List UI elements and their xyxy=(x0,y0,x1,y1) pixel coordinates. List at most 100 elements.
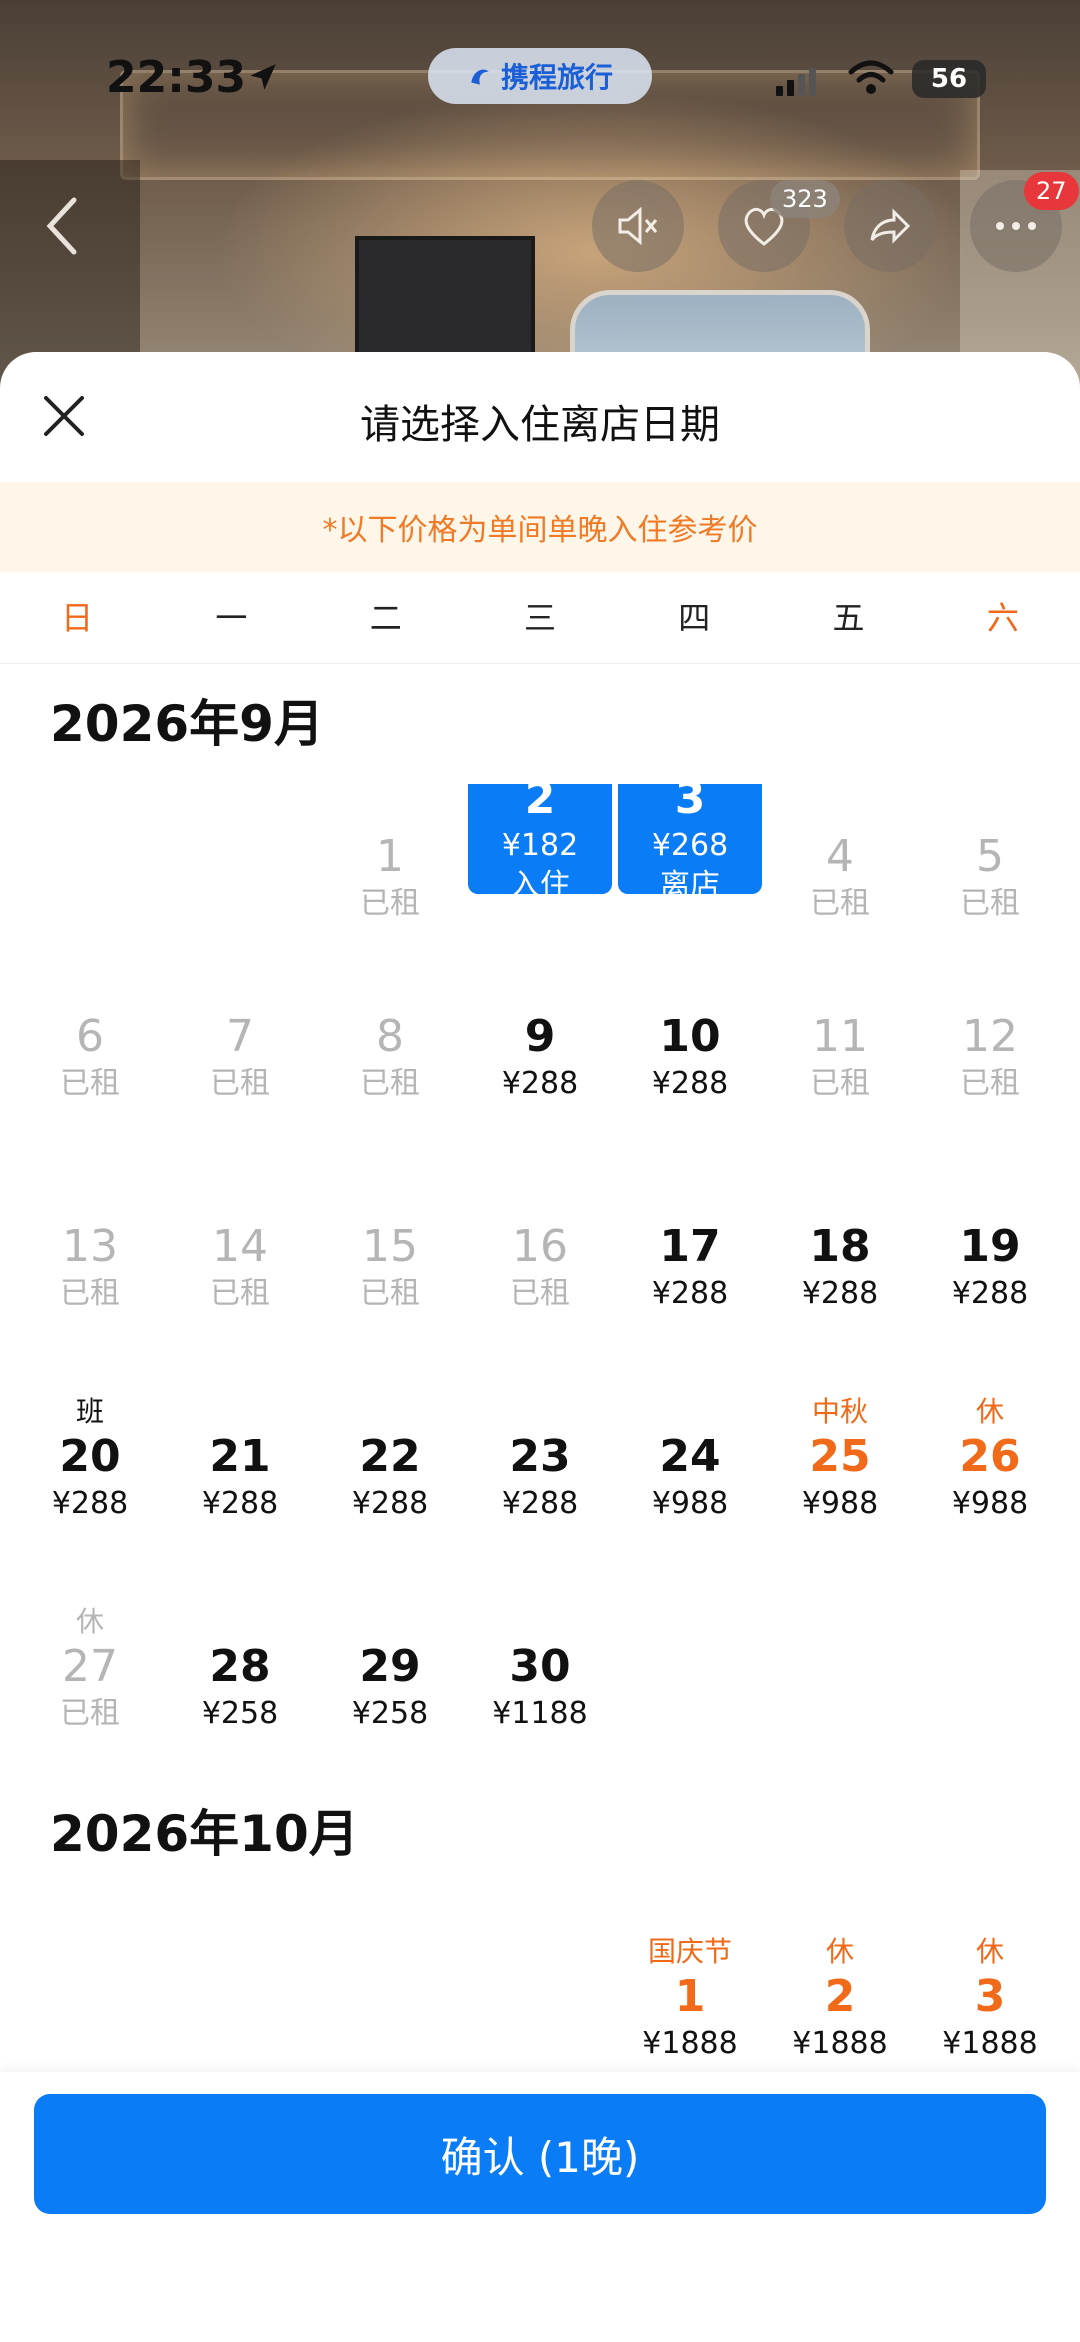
day-number: 3 xyxy=(674,773,706,824)
share-icon xyxy=(870,208,911,244)
day-number: 1 xyxy=(376,831,404,882)
day-price: 已租 xyxy=(60,1276,120,1311)
date-picker-sheet: 请选择入住离店日期 *以下价格为单间单晚入住参考价 日 一 二 三 四 五 六 … xyxy=(0,352,1080,2342)
like-count: 323 xyxy=(782,185,828,213)
day-number: 20 xyxy=(59,1431,121,1482)
day-cell[interactable]: 班 20 ¥288 xyxy=(15,1354,165,1564)
day-number: 8 xyxy=(376,1011,404,1062)
day-cell[interactable]: 17 ¥288 xyxy=(615,1144,765,1354)
day-price: ¥288 xyxy=(201,1486,279,1521)
weekday-sun: 日 xyxy=(61,599,94,637)
day-number: 3 xyxy=(974,1971,1006,2022)
day-price: ¥1888 xyxy=(792,2026,888,2061)
day-price: ¥288 xyxy=(651,1276,729,1311)
day-cell[interactable]: 休 26 ¥988 xyxy=(915,1354,1065,1564)
day-cell: 13 已租 xyxy=(15,1144,165,1354)
day-number: 1 xyxy=(674,1971,706,2022)
day-cell: 5 已租 xyxy=(915,784,1065,934)
day-price: 已租 xyxy=(210,1276,270,1311)
day-cell: 11 已租 xyxy=(765,934,915,1144)
wifi-icon xyxy=(848,60,894,94)
day-number: 26 xyxy=(959,1431,1021,1482)
weekday-mon: 一 xyxy=(215,599,248,637)
day-price: ¥988 xyxy=(801,1486,879,1521)
day-price: 已租 xyxy=(810,1066,870,1101)
day-price: 已租 xyxy=(360,1066,420,1101)
day-cell[interactable]: 2 ¥182 入住 xyxy=(468,773,612,903)
month-title: 2026年9月 xyxy=(50,695,324,753)
day-number: 23 xyxy=(509,1431,571,1482)
weekday-tue: 二 xyxy=(369,599,402,637)
day-cell[interactable]: 28 ¥258 xyxy=(165,1564,315,1774)
day-price: ¥258 xyxy=(201,1696,279,1731)
month-title: 2026年10月 xyxy=(50,1805,359,1863)
price-notice: *以下价格为单间单晚入住参考价 xyxy=(0,482,1080,572)
day-cell: 7 已租 xyxy=(165,934,315,1144)
mute-icon xyxy=(618,206,658,246)
day-cell[interactable]: 22 ¥288 xyxy=(315,1354,465,1564)
day-price: ¥288 xyxy=(801,1276,879,1311)
weekday-wed: 三 xyxy=(523,599,556,637)
day-number: 21 xyxy=(209,1431,271,1482)
day-price: ¥288 xyxy=(51,1486,129,1521)
status-time: 22:33 xyxy=(106,52,247,103)
calendar-week-row: 班 20 ¥288 21 ¥288 22 ¥288 23 ¥288 24 ¥988 中秋 25 ¥988 休… xyxy=(0,1354,1080,1564)
day-cell: 休 27 已租 xyxy=(15,1564,165,1774)
calendar-week-row: 13 已租 14 已租 15 已租 16 已租 17 ¥288 18 ¥288 19 ¥288 xyxy=(0,1144,1080,1354)
day-price: ¥288 xyxy=(501,1486,579,1521)
day-number: 13 xyxy=(62,1221,118,1272)
status-bar: 22:33 携程旅行 56 323 27 xyxy=(0,0,1080,272)
confirm-button[interactable]: 确认 (1晚) xyxy=(34,2094,1046,2214)
cellular-signal-icon xyxy=(776,68,816,96)
location-arrow-icon xyxy=(250,64,276,90)
day-cell[interactable]: 18 ¥288 xyxy=(765,1144,915,1354)
calendar-body: 2026年9月 1 已租 2 ¥182 入住 3 ¥268 离店 4 已租 5 已租 6 已租 7 已租 8 已租 9… xyxy=(0,664,1080,2104)
day-cell[interactable]: 24 ¥988 xyxy=(615,1354,765,1564)
day-number: 24 xyxy=(659,1431,721,1482)
day-cell[interactable]: 10 ¥288 xyxy=(615,934,765,1144)
mute-button[interactable] xyxy=(592,180,684,272)
day-price: ¥1188 xyxy=(492,1696,588,1731)
day-price: ¥182 xyxy=(501,828,579,863)
weekday-thu: 四 xyxy=(678,599,711,637)
app-back-pill[interactable]: 携程旅行 xyxy=(428,48,652,104)
day-cell[interactable]: 3 ¥268 离店 xyxy=(618,773,762,903)
share-button[interactable] xyxy=(844,180,936,272)
empty-day-cell xyxy=(165,784,315,934)
day-cell[interactable]: 中秋 25 ¥988 xyxy=(765,1354,915,1564)
weekday-fri: 五 xyxy=(832,599,865,637)
footer-bar: 确认 (1晚) xyxy=(0,2072,1080,2342)
day-cell: 8 已租 xyxy=(315,934,465,1144)
day-price: ¥1888 xyxy=(942,2026,1038,2061)
day-tag: 休 xyxy=(75,1605,104,1638)
day-price: 已租 xyxy=(960,1066,1020,1101)
day-tag: 班 xyxy=(75,1395,104,1428)
day-number: 19 xyxy=(959,1221,1021,1272)
day-cell[interactable]: 30 ¥1188 xyxy=(465,1564,615,1774)
day-tag: 休 xyxy=(975,1395,1004,1428)
day-number: 2 xyxy=(524,773,556,824)
calendar-week-row: 休 27 已租 28 ¥258 29 ¥258 30 ¥1188 xyxy=(0,1564,1080,1774)
day-price: ¥988 xyxy=(951,1486,1029,1521)
day-cell: 12 已租 xyxy=(915,934,1065,1144)
day-price: 已租 xyxy=(60,1696,120,1731)
message-count-badge: 27 xyxy=(1024,172,1079,210)
day-price: ¥988 xyxy=(651,1486,729,1521)
back-chevron-icon[interactable] xyxy=(44,196,80,256)
empty-day-cell xyxy=(15,784,165,934)
battery-indicator: 56 xyxy=(912,60,986,98)
like-count-badge: 323 xyxy=(770,180,840,218)
day-cell[interactable]: 23 ¥288 xyxy=(465,1354,615,1564)
day-tag: 中秋 xyxy=(811,1395,868,1428)
day-price: ¥1888 xyxy=(642,2026,738,2061)
day-number: 11 xyxy=(812,1011,868,1062)
day-number: 4 xyxy=(826,831,854,882)
day-cell[interactable]: 21 ¥288 xyxy=(165,1354,315,1564)
day-number: 28 xyxy=(209,1641,271,1692)
day-cell[interactable]: 19 ¥288 xyxy=(915,1144,1065,1354)
day-cell[interactable]: 9 ¥288 xyxy=(465,934,615,1144)
day-cell: 14 已租 xyxy=(165,1144,315,1354)
message-count: 27 xyxy=(1036,177,1067,205)
day-cell[interactable]: 29 ¥258 xyxy=(315,1564,465,1774)
day-number: 12 xyxy=(962,1011,1018,1062)
